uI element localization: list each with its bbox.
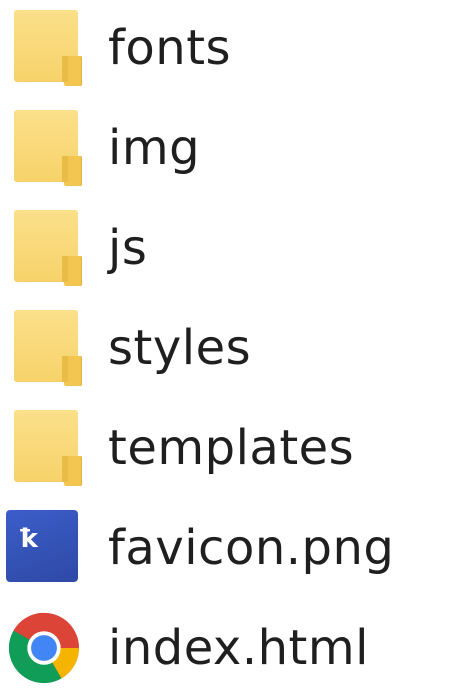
- image-file-icon: ꝁ: [6, 510, 78, 582]
- file-item-img[interactable]: img: [0, 100, 449, 200]
- folder-icon: [14, 10, 82, 86]
- file-name: styles: [108, 319, 252, 376]
- file-name: js: [108, 219, 148, 276]
- chrome-icon: [8, 612, 79, 684]
- file-item-index[interactable]: index.html: [0, 600, 449, 700]
- file-item-styles[interactable]: styles: [0, 300, 449, 400]
- file-item-templates[interactable]: templates: [0, 400, 449, 500]
- file-name: templates: [108, 419, 355, 476]
- file-name: fonts: [108, 19, 232, 76]
- folder-icon: [14, 110, 82, 186]
- file-list: fonts img js styles templates ꝁ favicon.…: [0, 0, 449, 686]
- file-name: favicon.png: [108, 519, 395, 576]
- file-item-favicon[interactable]: ꝁ favicon.png: [0, 500, 449, 600]
- folder-icon: [14, 310, 82, 386]
- file-item-js[interactable]: js: [0, 200, 449, 300]
- file-item-fonts[interactable]: fonts: [0, 0, 449, 100]
- file-name: img: [108, 119, 201, 176]
- folder-icon: [14, 210, 82, 286]
- file-name: index.html: [108, 619, 369, 676]
- folder-icon: [14, 410, 82, 486]
